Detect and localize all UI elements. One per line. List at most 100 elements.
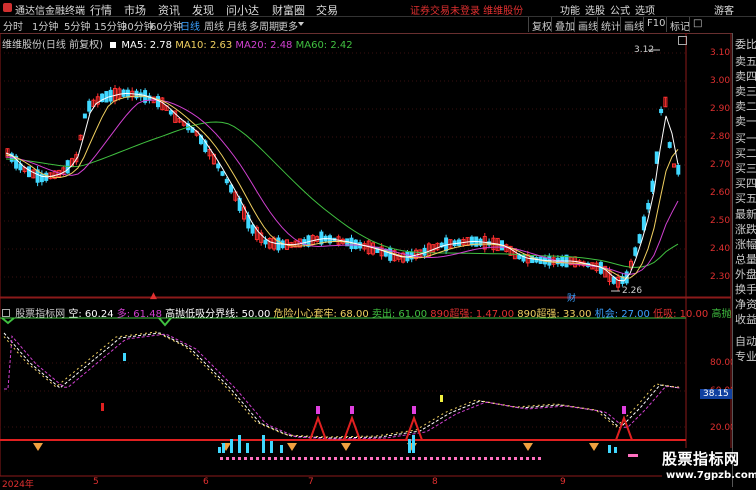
pink-dot	[298, 457, 301, 460]
pink-dot	[520, 457, 523, 460]
tab-1min[interactable]: 1分钟	[32, 18, 58, 33]
login-status[interactable]: 证券交易未登录 维维股份	[410, 2, 523, 17]
pink-dot	[466, 457, 469, 460]
tab-more[interactable]: 更多	[278, 18, 298, 33]
maximize-icon[interactable]	[678, 36, 687, 45]
rp-change-pct: 涨幅	[735, 238, 756, 251]
tab-weekly[interactable]: 周线	[204, 18, 224, 33]
volume-signal-bar	[230, 439, 233, 453]
candle-body	[39, 173, 44, 183]
menu-faxian[interactable]: 发现	[192, 2, 214, 18]
pink-dot	[526, 457, 529, 460]
pink-dot	[490, 457, 493, 460]
candle-body	[646, 202, 651, 210]
tab-monthly[interactable]: 月线	[227, 18, 247, 33]
watermark-title: 股票指标网	[662, 450, 740, 468]
pink-dot	[532, 457, 535, 460]
spike-marker	[350, 406, 354, 414]
pink-dot	[514, 457, 517, 460]
menu-xuangu[interactable]: 选股	[585, 2, 605, 17]
indicator-collapse-icon[interactable]	[2, 309, 10, 317]
indicator-kong-line	[3, 332, 681, 439]
pink-dot	[448, 457, 451, 460]
volume-signal-bar	[412, 435, 415, 453]
menu-gongshi[interactable]: 公式	[610, 2, 630, 17]
pink-dot	[292, 457, 295, 460]
tab-daily[interactable]: 日线	[180, 18, 200, 33]
pink-dot	[334, 457, 337, 460]
menu-xuanxiang[interactable]: 选项	[635, 2, 655, 17]
pink-dot	[256, 457, 259, 460]
pink-dot	[250, 457, 253, 460]
candle-body	[676, 164, 681, 175]
pink-dot	[226, 457, 229, 460]
tab-multi-period[interactable]: 多周期	[249, 18, 279, 33]
pink-dot	[418, 457, 421, 460]
menu-shichang[interactable]: 市场	[124, 2, 146, 18]
price-tick: 2.90	[710, 104, 731, 114]
rp-pro[interactable]: 专业	[735, 348, 756, 364]
volume-signal-bar	[262, 435, 265, 453]
quote-panel: 委比 卖五 卖四 卖三 卖二 卖一 买一 买二 买三 买四 买五 最新 涨跌 涨…	[732, 33, 756, 487]
more-dropdown-icon[interactable]	[298, 22, 304, 26]
app-title: 通达信金融终端	[15, 6, 85, 17]
app-logo-icon	[3, 3, 12, 12]
rp-auto[interactable]: 自动	[735, 333, 756, 349]
menu-jiaoyi[interactable]: 交易	[316, 2, 338, 18]
time-axis: 2024年 5 6 7 8 9	[0, 477, 686, 490]
event-marker-2: ▲	[150, 291, 157, 301]
volume-signal-bar	[246, 443, 249, 453]
tab-30min[interactable]: 30分钟	[121, 18, 154, 33]
volume-signal-bar	[238, 435, 241, 453]
menu-zixun[interactable]: 资讯	[158, 2, 180, 18]
btn-window[interactable]: □	[689, 17, 705, 32]
pink-dot	[310, 457, 313, 460]
ma10-label: MA10: 2.63	[175, 40, 233, 51]
pink-dot	[232, 457, 235, 460]
indicator-yellow-line	[3, 331, 680, 438]
candle-body	[27, 166, 31, 178]
pink-dot	[244, 457, 247, 460]
price-tick: 3.00	[710, 76, 731, 86]
pink-dot	[220, 457, 223, 460]
tab-fenshi[interactable]: 分时	[3, 18, 23, 33]
price-tick: 2.60	[710, 188, 731, 198]
pink-dot	[376, 457, 379, 460]
ind-chaoqiang-2: 890超强: 33.00	[517, 309, 592, 320]
btn-f10[interactable]: F10	[643, 17, 668, 32]
pink-dot	[394, 457, 397, 460]
menu-hangqing[interactable]: 行情	[90, 2, 112, 18]
pink-dot	[508, 457, 511, 460]
candle-body	[82, 113, 87, 119]
rp-sell2: 卖二	[735, 100, 756, 113]
volume-signal-bar	[222, 443, 225, 453]
user-guest[interactable]: 游客	[714, 2, 734, 17]
rp-buy2: 买二	[735, 147, 756, 160]
rp-sell1: 卖一	[735, 115, 756, 128]
price-tick: 2.80	[710, 132, 731, 142]
tab-60min[interactable]: 60分钟	[150, 18, 183, 33]
menu-caifuquan[interactable]: 财富圈	[272, 2, 305, 18]
low-signal-spike	[615, 415, 633, 441]
pink-dot	[358, 457, 361, 460]
rp-change: 涨跌	[735, 223, 756, 236]
pink-dot	[472, 457, 475, 460]
rp-sell4: 卖四	[735, 70, 756, 83]
menu-gongneng[interactable]: 功能	[560, 2, 580, 17]
rp-buy1: 买一	[735, 132, 756, 145]
menu-wenxiaoda[interactable]: 问小达	[226, 2, 259, 18]
rp-volume: 总量	[735, 253, 756, 266]
kline-chart[interactable]	[0, 33, 732, 487]
pink-dot	[382, 457, 385, 460]
time-tick: 7	[308, 477, 314, 487]
rp-eps: 收益	[735, 313, 756, 326]
candle-body	[216, 163, 221, 169]
stock-title: 维维股份(日线 前复权)	[2, 40, 103, 51]
tab-5min[interactable]: 5分钟	[64, 18, 90, 33]
pink-dot	[262, 457, 265, 460]
ma10-line	[5, 95, 679, 279]
rp-buy3: 买三	[735, 162, 756, 175]
volume-signal-bar	[270, 441, 273, 453]
signal-bar	[101, 403, 104, 411]
event-marker[interactable]: 财	[567, 291, 576, 304]
